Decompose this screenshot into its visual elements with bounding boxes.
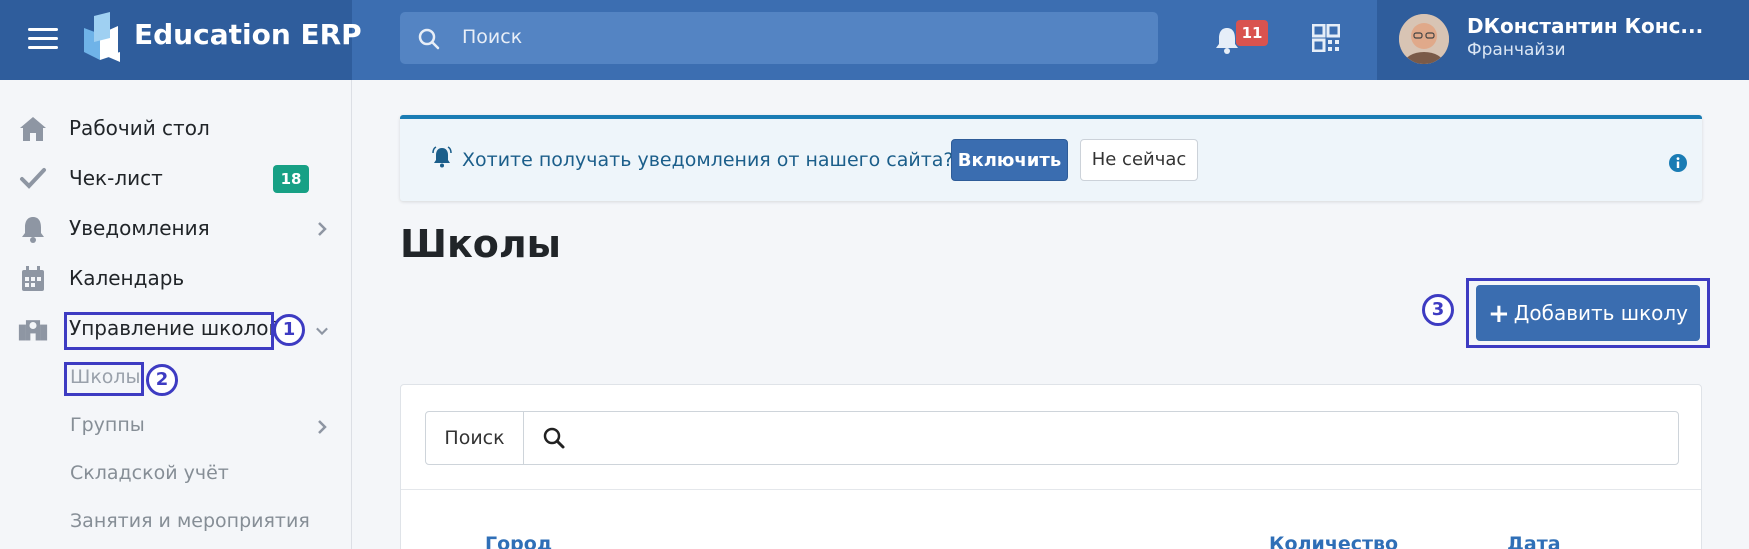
global-search[interactable]: Поиск [400, 12, 1158, 64]
search-input[interactable]: Поиск [462, 26, 522, 48]
column-header-city[interactable]: Город [485, 533, 552, 549]
annotation-step-1: 1 [273, 314, 305, 346]
table-search-label: Поиск [426, 412, 524, 464]
table-search[interactable]: Поиск [425, 411, 1679, 465]
sidebar-item-label: Календарь [69, 266, 185, 290]
avatar[interactable] [1399, 14, 1449, 64]
sidebar-item-notifications[interactable]: Уведомления [0, 206, 352, 252]
not-now-button[interactable]: Не сейчас [1080, 139, 1198, 181]
sidebar-item-label: Рабочий стол [69, 116, 210, 140]
sidebar-subitem-groups[interactable]: Группы [70, 414, 145, 436]
app-title[interactable]: Education ERP [134, 18, 362, 51]
checklist-count-badge: 18 [273, 165, 309, 193]
sidebar-item-dashboard[interactable]: Рабочий стол [0, 106, 352, 152]
check-icon [20, 168, 46, 189]
sidebar-item-label: Чек-лист [69, 166, 163, 190]
notifications-count-badge: 11 [1236, 20, 1268, 46]
column-header-count[interactable]: Количество [1269, 533, 1398, 549]
calendar-icon [22, 266, 44, 291]
bell-icon [22, 217, 44, 243]
menu-toggle-icon[interactable] [28, 28, 58, 50]
home-icon [20, 117, 46, 141]
annotation-highlight-school-management [64, 312, 274, 350]
top-bar: Education ERP Поиск 11 DКонстантин Конс.… [0, 0, 1749, 80]
user-profile[interactable]: DКонстантин Конс... Франчайзи [1377, 0, 1749, 80]
chevron-right-icon [318, 420, 327, 434]
app-logo-icon [84, 12, 120, 62]
chevron-right-icon [318, 222, 327, 236]
brand-area: Education ERP [0, 0, 362, 80]
search-icon [543, 427, 565, 449]
chevron-down-icon [316, 327, 328, 336]
school-icon [18, 320, 48, 341]
page-title: Школы [400, 222, 562, 266]
qr-code-icon[interactable] [1312, 24, 1340, 52]
push-notification-prompt: Хотите получать уведомления от нашего са… [400, 115, 1702, 201]
schools-table-card: Поиск Город Количество Дата [400, 384, 1702, 549]
search-icon [418, 28, 440, 50]
info-icon[interactable] [1668, 153, 1688, 173]
sidebar-subitem-warehouse[interactable]: Складской учёт [70, 462, 229, 484]
bell-ring-icon [432, 146, 452, 168]
sidebar-item-label: Уведомления [69, 216, 210, 240]
annotation-step-2: 2 [146, 364, 178, 396]
sidebar-item-checklist[interactable]: Чек-лист 18 [0, 156, 352, 202]
annotation-step-3: 3 [1422, 294, 1454, 326]
user-name[interactable]: DКонстантин Конс... [1467, 14, 1703, 38]
column-header-date[interactable]: Дата [1507, 533, 1561, 549]
notice-text: Хотите получать уведомления от нашего са… [462, 149, 954, 171]
annotation-highlight-schools [64, 362, 144, 396]
sidebar-item-calendar[interactable]: Календарь [0, 256, 352, 302]
sidebar-subitem-events[interactable]: Занятия и мероприятия [70, 510, 310, 532]
add-school-label: Добавить школу [1513, 301, 1689, 325]
user-role: Франчайзи [1467, 40, 1566, 60]
card-divider [401, 489, 1701, 490]
add-school-button[interactable]: + Добавить школу [1476, 285, 1700, 341]
plus-icon: + [1487, 299, 1510, 329]
enable-notifications-button[interactable]: Включить [951, 139, 1068, 181]
